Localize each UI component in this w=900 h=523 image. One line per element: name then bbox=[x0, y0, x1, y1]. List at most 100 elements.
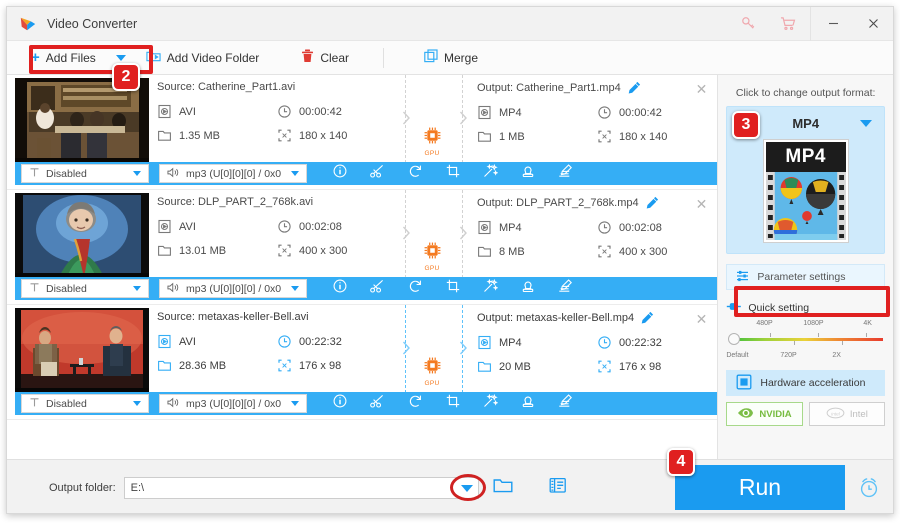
slider-track[interactable] bbox=[732, 338, 883, 341]
source-column: Source: Catherine_Part1.avi AVI 00:00:42 bbox=[157, 81, 407, 143]
file-format-icon bbox=[477, 105, 492, 120]
cut-scissors-icon[interactable] bbox=[370, 394, 385, 413]
vendor-intel-button[interactable]: intel Intel bbox=[808, 402, 886, 426]
subtitle-select[interactable]: Disabled bbox=[21, 279, 149, 298]
table-row[interactable]: ✕ Source: Catherine_Part1.avi AVI 00:00:… bbox=[7, 75, 718, 190]
output-format: MP4 bbox=[477, 220, 597, 235]
row-tools bbox=[333, 163, 573, 183]
speaker-icon bbox=[167, 282, 180, 296]
key-icon[interactable] bbox=[728, 7, 768, 41]
rotate-icon[interactable] bbox=[408, 394, 423, 413]
merge-squares-icon bbox=[424, 49, 438, 66]
subtitle-select[interactable]: Disabled bbox=[21, 394, 149, 413]
vendor-intel-label: Intel bbox=[849, 408, 868, 420]
rotate-icon[interactable] bbox=[408, 279, 423, 298]
watermark-stamp-icon[interactable] bbox=[521, 279, 535, 298]
clock-icon bbox=[277, 334, 292, 349]
watermark-stamp-icon[interactable] bbox=[521, 394, 535, 413]
parameter-settings-button[interactable]: Parameter settings bbox=[726, 264, 885, 290]
source-resolution-value: 176 x 98 bbox=[299, 359, 342, 372]
info-icon[interactable] bbox=[333, 279, 347, 298]
source-format-value: AVI bbox=[179, 335, 196, 348]
subtitle-edit-icon[interactable] bbox=[558, 394, 573, 413]
subtitle-select[interactable]: Disabled bbox=[21, 164, 149, 183]
source-format: AVI bbox=[157, 219, 277, 234]
subtitle-icon bbox=[29, 282, 40, 296]
file-list[interactable]: ✕ Source: Catherine_Part1.avi AVI 00:00:… bbox=[7, 75, 718, 459]
info-icon[interactable] bbox=[333, 394, 347, 413]
source-filename: Source: metaxas-keller-Bell.avi bbox=[157, 311, 309, 323]
audio-select[interactable]: mp3 (U[0][0][0] / 0x0 bbox=[159, 394, 307, 413]
slider-label-720p: 720P bbox=[780, 352, 797, 359]
add-files-button[interactable]: + Add Files bbox=[21, 41, 106, 75]
row-action-bar: Disabled mp3 (U[0][0][0] / 0x0 bbox=[15, 392, 718, 415]
alarm-clock-icon[interactable] bbox=[858, 477, 880, 504]
row-info: ✕ Source: Catherine_Part1.avi AVI 00:00:… bbox=[157, 75, 717, 163]
output-folder-input[interactable] bbox=[123, 476, 479, 499]
file-size-icon bbox=[157, 128, 172, 143]
source-filename: Source: Catherine_Part1.avi bbox=[157, 81, 296, 93]
video-thumbnail[interactable] bbox=[15, 308, 149, 396]
rename-pencil-icon[interactable] bbox=[628, 81, 641, 94]
info-icon[interactable] bbox=[333, 164, 347, 183]
annotation-badge-4: 4 bbox=[667, 448, 695, 476]
sliders-icon bbox=[736, 270, 750, 285]
effect-wand-icon[interactable] bbox=[483, 278, 499, 298]
effect-wand-icon[interactable] bbox=[483, 163, 499, 183]
quality-slider[interactable]: 480P 1080P 4K Default 720P 2X bbox=[726, 320, 885, 366]
chevron-down-icon[interactable] bbox=[860, 119, 872, 127]
table-row[interactable]: ✕ Source: metaxas-keller-Bell.avi AVI 00… bbox=[7, 305, 718, 420]
folder-open-icon[interactable] bbox=[493, 477, 513, 499]
subtitle-edit-icon[interactable] bbox=[558, 164, 573, 183]
file-size-icon bbox=[477, 359, 492, 374]
crop-icon[interactable] bbox=[446, 279, 460, 298]
audio-value: mp3 (U[0][0][0] / 0x0 bbox=[186, 397, 282, 410]
audio-select[interactable]: mp3 (U[0][0][0] / 0x0 bbox=[159, 164, 307, 183]
audio-value: mp3 (U[0][0][0] / 0x0 bbox=[186, 167, 282, 180]
table-row[interactable]: ✕ Source: DLP_PART_2_768k.avi AVI 00:02:… bbox=[7, 190, 718, 305]
effect-wand-icon[interactable] bbox=[483, 393, 499, 413]
run-button[interactable]: Run bbox=[675, 465, 845, 510]
source-size: 28.36 MB bbox=[157, 358, 277, 373]
merge-button[interactable]: Merge bbox=[414, 41, 488, 75]
crop-icon[interactable] bbox=[446, 394, 460, 413]
folder-video-icon bbox=[146, 49, 161, 66]
toolbar-divider bbox=[383, 47, 384, 68]
minimize-button[interactable] bbox=[813, 7, 853, 41]
clear-button[interactable]: Clear bbox=[291, 41, 359, 75]
speaker-icon bbox=[167, 167, 180, 181]
file-format-icon bbox=[157, 104, 172, 119]
cart-icon[interactable] bbox=[768, 7, 808, 41]
audio-select[interactable]: mp3 (U[0][0][0] / 0x0 bbox=[159, 279, 307, 298]
output-folder-label: Output folder: bbox=[49, 481, 116, 494]
cut-scissors-icon[interactable] bbox=[370, 279, 385, 298]
hardware-acceleration-button[interactable]: Hardware acceleration bbox=[726, 370, 885, 396]
clock-icon bbox=[277, 104, 292, 119]
output-size: 20 MB bbox=[477, 359, 597, 374]
close-button[interactable] bbox=[853, 7, 893, 41]
output-duration: 00:02:08 bbox=[597, 220, 717, 235]
rename-pencil-icon[interactable] bbox=[646, 196, 659, 209]
watermark-stamp-icon[interactable] bbox=[521, 164, 535, 183]
source-column: Source: DLP_PART_2_768k.avi AVI 00:02:08 bbox=[157, 196, 407, 258]
crop-icon[interactable] bbox=[446, 164, 460, 183]
video-thumbnail[interactable] bbox=[15, 193, 149, 281]
source-format: AVI bbox=[157, 334, 277, 349]
video-converter-window: Video Converter + Add Files Add Video Fo… bbox=[6, 6, 894, 514]
rotate-icon[interactable] bbox=[408, 164, 423, 183]
resolution-icon bbox=[597, 359, 612, 374]
media-list-icon[interactable] bbox=[549, 477, 567, 499]
resolution-icon bbox=[277, 243, 292, 258]
subtitle-edit-icon[interactable] bbox=[558, 279, 573, 298]
add-video-folder-button[interactable]: Add Video Folder bbox=[136, 41, 270, 75]
subtitle-value: Disabled bbox=[46, 397, 87, 410]
video-thumbnail[interactable] bbox=[15, 78, 149, 166]
vendor-nvidia-button[interactable]: NVIDIA bbox=[726, 402, 803, 426]
source-format-value: AVI bbox=[179, 220, 196, 233]
slider-label-1080p: 1080P bbox=[803, 320, 824, 327]
caret-down-icon bbox=[133, 401, 141, 406]
cut-scissors-icon[interactable] bbox=[370, 164, 385, 183]
output-folder-dropdown[interactable] bbox=[449, 473, 486, 501]
rename-pencil-icon[interactable] bbox=[641, 311, 654, 324]
chip-square-icon bbox=[736, 374, 752, 393]
